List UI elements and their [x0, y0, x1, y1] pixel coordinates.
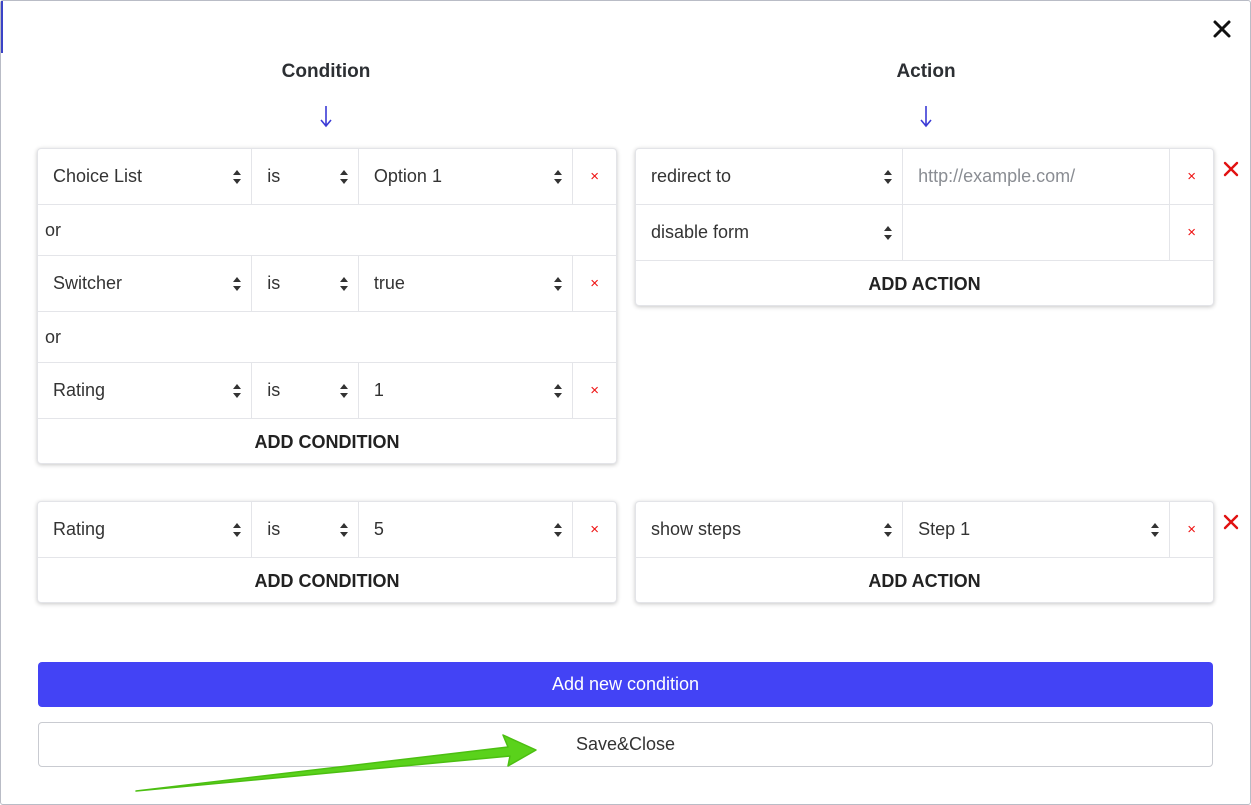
- delete-condition-button[interactable]: ×: [573, 256, 616, 311]
- add-new-condition-button[interactable]: Add new condition: [38, 662, 1213, 707]
- value-select[interactable]: true: [359, 256, 574, 311]
- add-action-button[interactable]: ADD ACTION: [636, 558, 1213, 604]
- operator-select-value: is: [267, 519, 281, 539]
- action-type-value: disable form: [651, 222, 750, 242]
- operator-select-value: is: [267, 166, 281, 186]
- action-row: disable form ×: [636, 205, 1213, 261]
- field-select-value: Choice List: [53, 166, 143, 186]
- value-select-value: true: [373, 273, 405, 293]
- add-condition-button[interactable]: ADD CONDITION: [38, 558, 616, 604]
- field-select-value: Rating: [53, 380, 106, 400]
- value-select-value: 1: [373, 380, 384, 400]
- rule-2-actions-card: show steps Step 1 × ADD ACTION: [635, 501, 1214, 603]
- delete-condition-button[interactable]: ×: [573, 502, 616, 557]
- delete-icon: ×: [1187, 521, 1196, 538]
- value-select-value: Option 1: [373, 166, 442, 186]
- action-type-select[interactable]: show steps: [636, 502, 904, 557]
- select-updown-icon: [339, 383, 348, 398]
- select-updown-icon: [554, 383, 563, 398]
- action-target-input[interactable]: [903, 205, 1171, 260]
- delete-icon: ×: [590, 521, 599, 538]
- operator-select[interactable]: is: [252, 149, 359, 204]
- delete-icon: ×: [1187, 168, 1196, 185]
- value-select-value: 5: [373, 519, 384, 539]
- value-select[interactable]: 5: [359, 502, 574, 557]
- rule-1-conditions-card: Choice List is Option 1 × or Switcher is…: [37, 148, 617, 464]
- save-close-button[interactable]: Save&Close: [38, 722, 1213, 767]
- arrow-down-icon: [316, 100, 336, 132]
- delete-icon: ×: [590, 382, 599, 399]
- action-target-select[interactable]: Step 1: [903, 502, 1171, 557]
- delete-condition-button[interactable]: ×: [573, 149, 616, 204]
- condition-row: Switcher is true ×: [38, 256, 616, 312]
- delete-action-button[interactable]: ×: [1170, 502, 1213, 557]
- action-row: redirect to http://example.com/ ×: [636, 149, 1213, 205]
- or-separator: or: [38, 312, 616, 363]
- select-updown-icon: [884, 522, 893, 537]
- select-updown-icon: [554, 276, 563, 291]
- condition-row: Rating is 5 ×: [38, 502, 616, 558]
- select-updown-icon: [339, 522, 348, 537]
- field-select-value: Rating: [53, 519, 106, 539]
- select-updown-icon: [554, 169, 563, 184]
- operator-select-value: is: [267, 380, 281, 400]
- value-select[interactable]: 1: [359, 363, 574, 418]
- select-updown-icon: [884, 169, 893, 184]
- condition-column-title: Condition: [281, 61, 371, 82]
- action-row: show steps Step 1 ×: [636, 502, 1213, 558]
- operator-select[interactable]: is: [252, 256, 359, 311]
- add-condition-button[interactable]: ADD CONDITION: [38, 419, 616, 465]
- action-type-select[interactable]: disable form: [636, 205, 904, 260]
- delete-action-button[interactable]: ×: [1170, 149, 1213, 204]
- select-updown-icon: [884, 225, 893, 240]
- condition-row: Rating is 1 ×: [38, 363, 616, 419]
- value-select[interactable]: Option 1: [359, 149, 574, 204]
- redirect-url-input[interactable]: http://example.com/: [903, 149, 1171, 204]
- close-icon[interactable]: [1208, 15, 1236, 43]
- field-select[interactable]: Switcher: [38, 256, 253, 311]
- field-select[interactable]: Choice List: [38, 149, 253, 204]
- select-updown-icon: [1151, 522, 1160, 537]
- delete-icon: ×: [1187, 224, 1196, 241]
- delete-rule-icon[interactable]: [1222, 513, 1240, 531]
- delete-rule-icon[interactable]: [1222, 160, 1240, 178]
- select-updown-icon: [233, 383, 242, 398]
- select-updown-icon: [554, 522, 563, 537]
- action-type-value: show steps: [651, 519, 742, 539]
- field-select[interactable]: Rating: [38, 363, 253, 418]
- field-select-value: Switcher: [53, 273, 123, 293]
- add-action-button[interactable]: ADD ACTION: [636, 261, 1213, 307]
- delete-icon: ×: [590, 275, 599, 292]
- arrow-down-icon: [916, 100, 936, 132]
- action-column-title: Action: [896, 61, 956, 82]
- rule-1-actions-card: redirect to http://example.com/ × disabl…: [635, 148, 1214, 306]
- select-updown-icon: [233, 522, 242, 537]
- rule-2-conditions-card: Rating is 5 × ADD CONDITION: [37, 501, 617, 603]
- condition-row: Choice List is Option 1 ×: [38, 149, 616, 205]
- field-select[interactable]: Rating: [38, 502, 253, 557]
- operator-select[interactable]: is: [252, 363, 359, 418]
- operator-select-value: is: [267, 273, 281, 293]
- select-updown-icon: [339, 276, 348, 291]
- delete-icon: ×: [590, 168, 599, 185]
- or-separator: or: [38, 205, 616, 256]
- action-target-value: Step 1: [918, 519, 971, 539]
- select-updown-icon: [233, 276, 242, 291]
- delete-action-button[interactable]: ×: [1170, 205, 1213, 260]
- select-updown-icon: [233, 169, 242, 184]
- operator-select[interactable]: is: [252, 502, 359, 557]
- action-type-value: redirect to: [651, 166, 732, 186]
- action-type-select[interactable]: redirect to: [636, 149, 904, 204]
- delete-condition-button[interactable]: ×: [573, 363, 616, 418]
- redirect-url-placeholder: http://example.com/: [918, 166, 1076, 186]
- select-updown-icon: [339, 169, 348, 184]
